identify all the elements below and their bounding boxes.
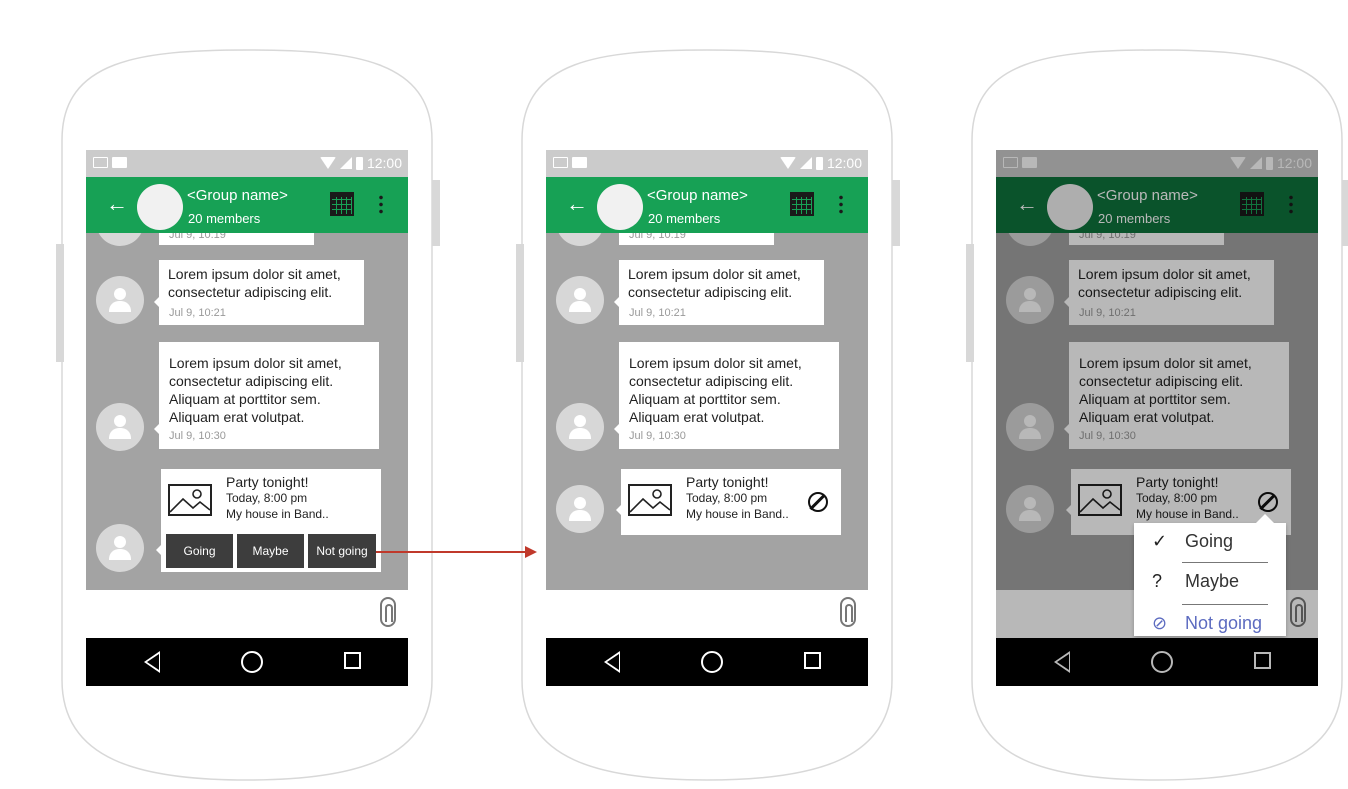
image-placeholder-icon [628,484,672,516]
phone-screen: 12:00 Jul 9, 10:19 ← <Group name> 20 mem… [546,150,868,686]
menu-item-going[interactable]: ✓ Going [1134,523,1286,561]
nav-bar [86,638,408,686]
group-name[interactable]: <Group name> [647,187,748,204]
status-time: 12:00 [826,155,862,171]
event-card[interactable]: Party tonight! Today, 8:00 pm My house i… [156,469,381,572]
calendar-icon[interactable] [330,192,354,216]
signal-icon [339,157,352,169]
status-bar: 12:00 [546,150,868,177]
member-count: 20 members [188,211,261,226]
menu-item-maybe[interactable]: ? Maybe [1134,563,1286,601]
image-placeholder-icon [168,484,212,516]
nav-home-icon[interactable] [241,651,263,673]
chat-icon [572,157,587,168]
menu-item-label: Maybe [1185,571,1240,591]
message-time: Jul 9, 10:21 [629,307,686,319]
phone-frame-2: 12:00 Jul 9, 10:19 ← <Group name> 20 mem… [460,0,920,789]
message-text: consectetur adipiscing elit. [169,373,334,389]
check-icon: ✓ [1152,531,1168,551]
message-input-bar[interactable] [86,590,408,638]
message-time: Jul 9, 10:21 [169,307,226,319]
flow-arrow-line [376,551,528,553]
member-count: 20 members [648,211,721,226]
menu-item-label: Not going [1185,613,1263,633]
phone-screen: 12:00 Jul 9, 10:19 ← <Group name> 20 mem… [996,150,1318,686]
mail-icon [553,157,568,168]
event-time: Today, 8:00 pm [686,491,768,505]
avatar[interactable] [556,485,604,533]
event-card[interactable]: Party tonight! Today, 8:00 pm My house i… [616,469,841,535]
message-bubble[interactable]: Lorem ipsum dolor sit amet, consectetur a… [614,260,824,325]
avatar[interactable] [556,276,604,324]
event-place: My house in Band.. [226,507,329,521]
message-text: Aliquam erat volutpat. [629,409,765,425]
menu-item-not-going[interactable]: ⊘ Not going [1134,605,1286,643]
group-avatar[interactable] [597,184,643,230]
phone-screen: 12:00 Jul 9, 10:19 ← <Group name> 20 mem… [86,150,408,686]
message-text: consectetur adipiscing elit. [628,284,793,300]
event-title: Party tonight! [226,474,309,490]
not-going-button[interactable]: Not going [308,534,376,568]
rsvp-menu: ✓ Going ? Maybe ⊘ Not going [1134,514,1286,636]
attachment-icon[interactable] [840,597,856,627]
nav-home-icon[interactable] [701,651,723,673]
message-text: Lorem ipsum dolor sit amet, [168,266,341,282]
message-time: Jul 9, 10:30 [629,430,686,442]
nav-recent-icon[interactable] [344,652,361,669]
message-bubble[interactable]: Lorem ipsum dolor sit amet, consectetur a… [154,342,379,449]
group-avatar[interactable] [137,184,183,230]
nav-recent-icon[interactable] [804,652,821,669]
message-text: Lorem ipsum dolor sit amet, [169,355,342,371]
message-bubble[interactable]: Lorem ipsum dolor sit amet, consectetur a… [614,342,839,449]
status-time: 12:00 [366,155,402,171]
message-text: Aliquam erat volutpat. [169,409,305,425]
avatar[interactable] [96,403,144,451]
event-title: Party tonight! [686,474,769,490]
not-going-icon: ⊘ [1152,613,1168,633]
phone-frame-3: 12:00 Jul 9, 10:19 ← <Group name> 20 mem… [910,0,1348,789]
message-text: consectetur adipiscing elit. [168,284,333,300]
chat-icon [112,157,127,168]
wifi-icon [779,157,796,169]
message-text: Aliquam at porttitor sem. [629,391,781,407]
app-bar: ← <Group name> 20 members [546,177,868,233]
app-bar: ← <Group name> 20 members [86,177,408,233]
message-input-bar[interactable] [546,590,868,638]
flow-arrow-head [525,546,537,558]
attachment-icon[interactable] [380,597,396,627]
nav-back-icon[interactable] [604,651,620,673]
wifi-icon [319,157,336,169]
message-time: Jul 9, 10:30 [169,430,226,442]
avatar[interactable] [556,403,604,451]
event-place: My house in Band.. [686,507,789,521]
back-arrow-icon[interactable]: ← [566,190,588,218]
back-arrow-icon[interactable]: ← [106,190,128,218]
mail-icon [93,157,108,168]
message-text: Lorem ipsum dolor sit amet, [628,266,801,282]
message-bubble[interactable]: Lorem ipsum dolor sit amet, consectetur a… [154,260,364,325]
battery-icon [815,156,823,170]
avatar[interactable] [96,524,144,572]
battery-icon [355,156,363,170]
message-text: Lorem ipsum dolor sit amet, [629,355,802,371]
overflow-menu-icon[interactable] [839,194,843,214]
nav-back-icon[interactable] [144,651,160,673]
overflow-menu-icon[interactable] [379,194,383,214]
event-time: Today, 8:00 pm [226,491,308,505]
nav-bar [546,638,868,686]
menu-item-label: Going [1185,531,1234,551]
message-text: Aliquam at porttitor sem. [169,391,321,407]
signal-icon [799,157,812,169]
calendar-icon[interactable] [790,192,814,216]
question-icon: ? [1152,571,1163,591]
phone-frame-1: 12:00 Jul 9, 10:19 ← <Group name> 20 mem… [0,0,460,789]
maybe-button[interactable]: Maybe [237,534,304,568]
avatar[interactable] [96,276,144,324]
going-button[interactable]: Going [166,534,233,568]
message-text: consectetur adipiscing elit. [629,373,794,389]
group-name[interactable]: <Group name> [187,187,288,204]
not-going-status-icon[interactable] [808,492,828,512]
status-bar: 12:00 [86,150,408,177]
